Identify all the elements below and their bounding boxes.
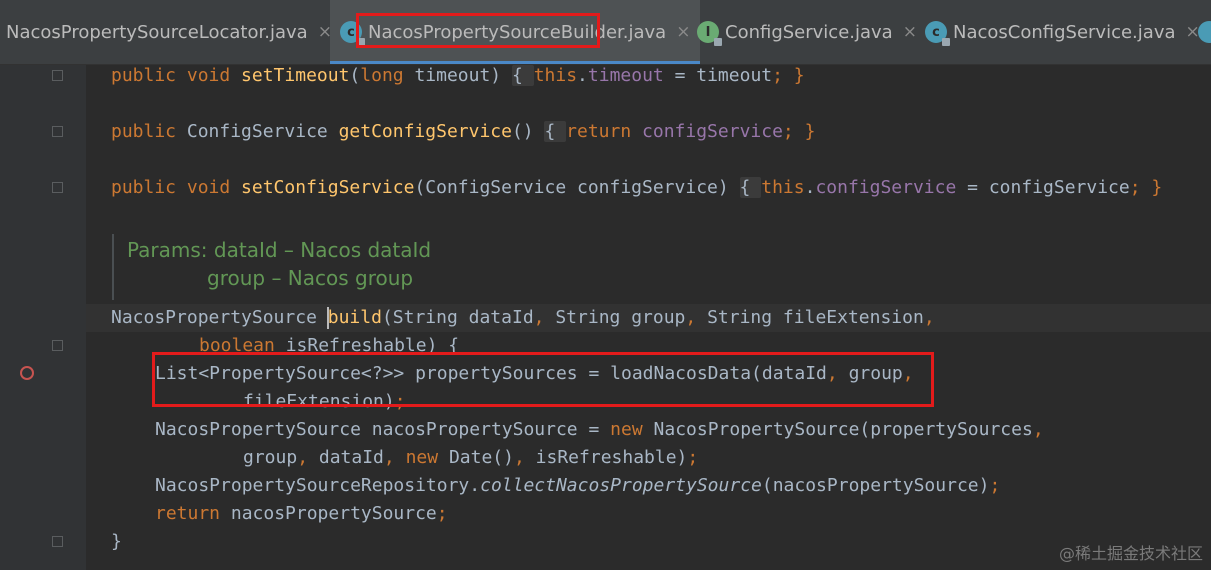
- close-icon[interactable]: ×: [676, 22, 690, 42]
- close-icon[interactable]: ×: [903, 22, 917, 42]
- breakpoint-icon[interactable]: [20, 366, 34, 380]
- tab-label: ConfigService.java: [725, 21, 893, 43]
- editor-gutter: [0, 65, 86, 570]
- class-icon: [1198, 21, 1211, 43]
- interface-icon: I: [697, 21, 722, 46]
- code-line-return: return nacosPropertySource;: [155, 503, 448, 524]
- class-icon: c: [925, 21, 950, 46]
- fold-icon[interactable]: [52, 340, 63, 351]
- javadoc-line: Params: dataId – Nacos dataId: [127, 238, 432, 262]
- code-line-set-config-service: public void setConfigService(ConfigServi…: [111, 177, 1163, 198]
- fold-icon[interactable]: [52, 70, 63, 81]
- fold-icon[interactable]: [52, 126, 63, 137]
- code-line-get-config-service: public ConfigService getConfigService() …: [111, 121, 816, 142]
- code-line-build-signature: NacosPropertySource build(String dataId,…: [86, 304, 1211, 332]
- code-line-close-brace: }: [111, 531, 122, 552]
- code-line-constructor-args: group, dataId, new Date(), isRefreshable…: [243, 447, 699, 468]
- editor-tab-bar: NacosPropertySourceLocator.java × c Naco…: [0, 0, 1211, 65]
- fold-icon[interactable]: [52, 182, 63, 193]
- fold-icon[interactable]: [52, 536, 63, 547]
- code-line-collect: NacosPropertySourceRepository.collectNac…: [155, 475, 1001, 496]
- watermark: @稀土掘金技术社区: [1058, 544, 1203, 563]
- tab-label: NacosConfigService.java: [953, 21, 1176, 43]
- tab-nacos-property-source-locator[interactable]: NacosPropertySourceLocator.java ×: [6, 0, 332, 64]
- javadoc-line: group – Nacos group: [207, 266, 414, 290]
- tab-nacos-config-service[interactable]: c NacosConfigService.java ×: [925, 0, 1200, 64]
- code-line-new-property-source: NacosPropertySource nacosPropertySource …: [155, 419, 1044, 440]
- javadoc-block: Params: dataId – Nacos dataId group – Na…: [112, 234, 1211, 300]
- tab-overflow[interactable]: [1198, 0, 1211, 64]
- code-line-set-timeout: public void setTimeout(long timeout) { t…: [111, 65, 805, 86]
- highlight-box-tab: [356, 13, 600, 48]
- tab-label: NacosPropertySourceLocator.java: [6, 21, 308, 43]
- tab-config-service[interactable]: I ConfigService.java ×: [697, 0, 917, 64]
- highlight-box-code: [152, 352, 934, 407]
